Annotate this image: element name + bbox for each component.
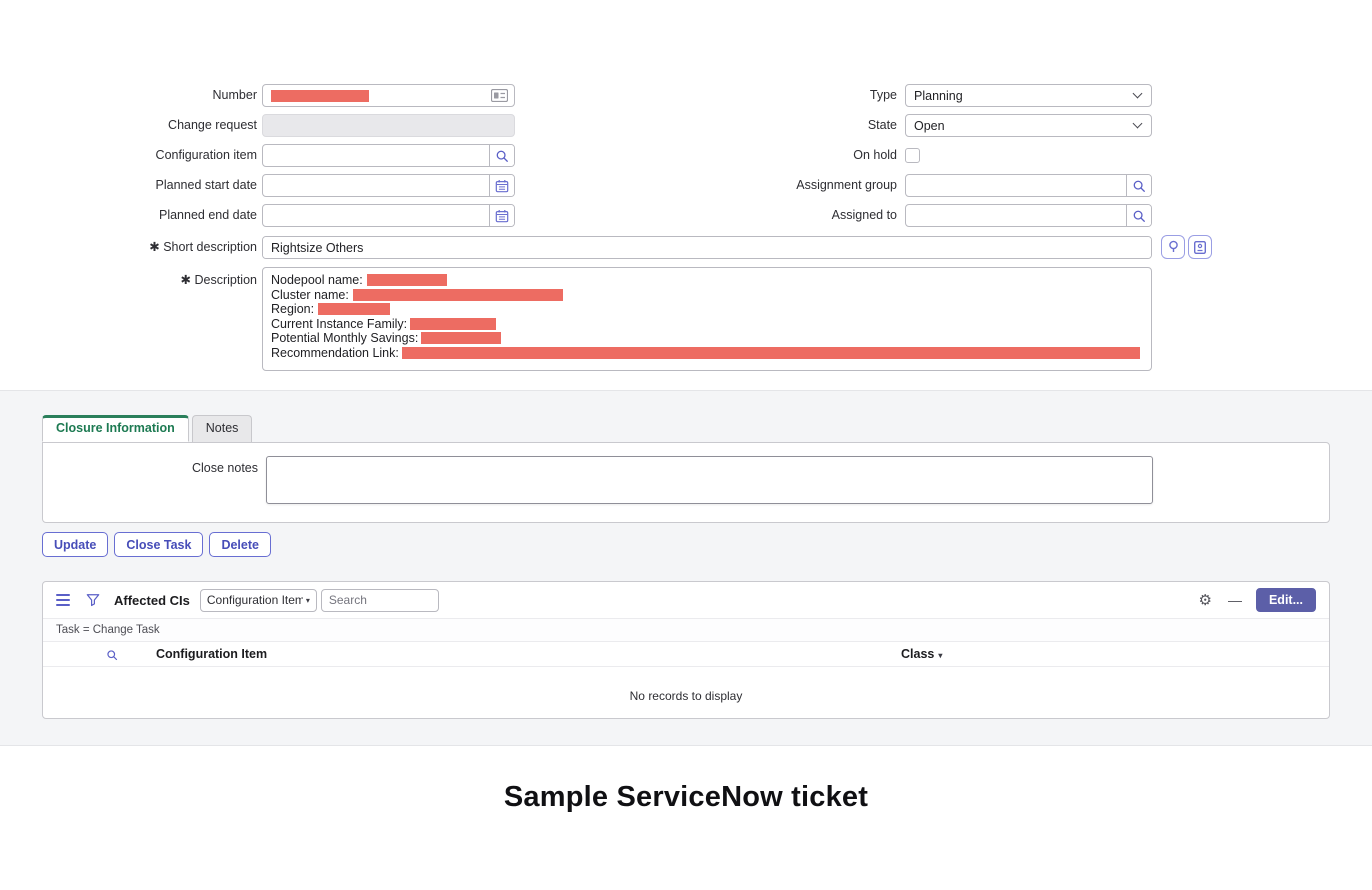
redacted-value [410, 318, 496, 330]
redacted-value [367, 274, 447, 286]
planned-start-date-field[interactable] [262, 174, 515, 197]
section-tabs: Closure Information Notes [42, 415, 252, 442]
assignment-group-label: Assignment group [640, 174, 897, 197]
update-button[interactable]: Update [42, 532, 108, 557]
tab-notes[interactable]: Notes [192, 415, 253, 442]
assigned-to-field[interactable] [905, 204, 1152, 227]
column-class[interactable]: Class▾ [901, 647, 942, 661]
redacted-value [421, 332, 501, 344]
sort-arrow-icon: ▾ [938, 651, 942, 660]
short-description-input[interactable] [263, 237, 1151, 258]
calendar-icon[interactable] [489, 205, 514, 226]
description-line: Cluster name: [271, 288, 1143, 303]
related-section: Closure Information Notes Close notes Up… [0, 390, 1372, 746]
configuration-item-label: Configuration item [0, 144, 257, 167]
knowledge-book-button[interactable] [1188, 235, 1212, 259]
list-menu-icon[interactable] [56, 594, 70, 606]
servicenow-ticket-page: Number Change request Configuration item… [0, 0, 1372, 890]
description-line: Current Instance Family: [271, 317, 1143, 332]
close-task-button[interactable]: Close Task [114, 532, 203, 557]
state-select[interactable]: Open [905, 114, 1152, 137]
filter-breadcrumb[interactable]: Task = Change Task [43, 618, 1329, 642]
description-label: ✱ Description [0, 272, 257, 287]
type-label: Type [640, 84, 897, 107]
assignment-group-field[interactable] [905, 174, 1152, 197]
tab-closure-information[interactable]: Closure Information [42, 415, 189, 442]
redacted-value [402, 347, 1140, 359]
filter-icon[interactable] [86, 593, 100, 607]
assigned-to-search-icon[interactable] [1126, 205, 1151, 226]
form-action-buttons: Update Close Task Delete [42, 532, 271, 557]
description-line: Nodepool name: [271, 273, 1143, 288]
suggestion-lightbulb-button[interactable] [1161, 235, 1185, 259]
state-label: State [640, 114, 897, 137]
chevron-down-icon [1133, 89, 1143, 99]
on-hold-checkbox[interactable] [905, 148, 920, 163]
column-search-icon[interactable] [106, 648, 118, 666]
planned-end-date-field[interactable] [262, 204, 515, 227]
short-description-field[interactable] [262, 236, 1152, 259]
lightbulb-icon [1167, 240, 1180, 254]
chevron-down-icon [1133, 119, 1143, 129]
description-textarea[interactable]: Nodepool name: Cluster name: Region: Cur… [262, 267, 1152, 371]
affected-cis-header: Affected CIs Configuration Item ( ▾ ⚙ — … [43, 582, 1329, 618]
description-line: Region: [271, 302, 1143, 317]
change-request-label: Change request [0, 114, 257, 137]
required-marker: ✱ [181, 273, 191, 287]
short-description-label: ✱ Short description [0, 236, 257, 259]
planned-end-date-label: Planned end date [0, 204, 257, 227]
change-request-field [262, 114, 515, 137]
number-redacted-value [271, 90, 369, 102]
number-field[interactable] [262, 84, 515, 107]
preview-record-icon[interactable] [491, 89, 508, 102]
type-select[interactable]: Planning [905, 84, 1152, 107]
table-header-row: Configuration Item Class▾ [43, 642, 1329, 667]
planned-start-date-label: Planned start date [0, 174, 257, 197]
redacted-value [318, 303, 390, 315]
knowledge-book-icon [1194, 241, 1206, 254]
on-hold-label: On hold [640, 144, 897, 167]
affected-cis-panel: Affected CIs Configuration Item ( ▾ ⚙ — … [42, 581, 1330, 719]
affected-cis-title: Affected CIs [114, 593, 190, 608]
column-configuration-item[interactable]: Configuration Item [156, 647, 267, 661]
affected-cis-search-input[interactable] [321, 589, 439, 612]
calendar-icon[interactable] [489, 175, 514, 196]
edit-button[interactable]: Edit... [1256, 588, 1316, 612]
configuration-item-search-icon[interactable] [489, 145, 514, 166]
description-line: Recommendation Link: [271, 346, 1143, 361]
gear-icon[interactable]: ⚙ [1199, 593, 1212, 608]
closure-information-panel: Close notes [42, 442, 1330, 523]
image-caption: Sample ServiceNow ticket [0, 781, 1372, 814]
dropdown-arrow-icon: ▾ [306, 596, 310, 605]
assignment-group-search-icon[interactable] [1126, 175, 1151, 196]
description-line: Potential Monthly Savings: [271, 331, 1143, 346]
close-notes-label: Close notes [43, 461, 258, 475]
configuration-item-field[interactable] [262, 144, 515, 167]
delete-button[interactable]: Delete [209, 532, 271, 557]
empty-list-message: No records to display [43, 689, 1329, 703]
assigned-to-label: Assigned to [640, 204, 897, 227]
required-marker: ✱ [149, 240, 159, 254]
search-field-selector[interactable]: Configuration Item ( ▾ [200, 589, 317, 612]
close-notes-textarea[interactable] [266, 456, 1153, 504]
redacted-value [353, 289, 563, 301]
collapse-icon[interactable]: — [1228, 592, 1242, 608]
number-label: Number [0, 84, 257, 107]
